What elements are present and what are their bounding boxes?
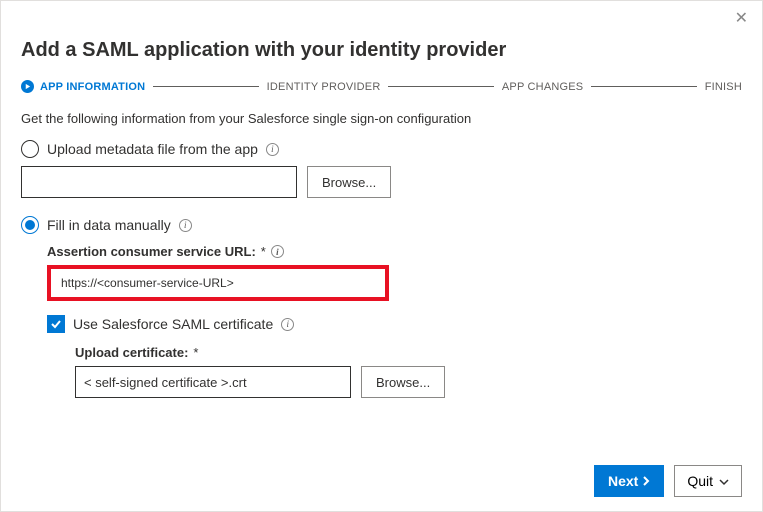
step-label: FINISH <box>705 81 742 93</box>
acs-url-input[interactable] <box>51 269 385 297</box>
step-label: IDENTITY PROVIDER <box>267 81 381 93</box>
step-divider <box>153 86 258 87</box>
quit-button-label: Quit <box>687 473 713 489</box>
close-icon[interactable]: ✕ <box>735 11 748 27</box>
use-salesforce-cert-label: Use Salesforce SAML certificate <box>73 316 273 332</box>
info-icon[interactable]: i <box>271 245 284 258</box>
next-button-label: Next <box>608 473 638 489</box>
info-icon[interactable]: i <box>179 219 192 232</box>
quit-button[interactable]: Quit <box>674 465 742 497</box>
use-salesforce-cert-checkbox[interactable] <box>47 315 65 333</box>
info-icon[interactable]: i <box>266 143 279 156</box>
step-divider <box>388 86 493 87</box>
step-app-changes: APP CHANGES <box>502 81 583 93</box>
step-label: APP INFORMATION <box>40 81 145 93</box>
step-app-information: APP INFORMATION <box>21 80 145 93</box>
next-button[interactable]: Next <box>594 465 664 497</box>
step-divider <box>591 86 696 87</box>
page-title: Add a SAML application with your identit… <box>21 39 742 62</box>
acs-url-label: Assertion consumer service URL: * i <box>47 244 742 259</box>
radio-upload-metadata-label: Upload metadata file from the app <box>47 141 258 157</box>
radio-upload-metadata[interactable] <box>21 140 39 158</box>
chevron-down-icon <box>719 473 729 489</box>
info-icon[interactable]: i <box>281 318 294 331</box>
radio-fill-manually-label: Fill in data manually <box>47 217 171 233</box>
intro-text: Get the following information from your … <box>21 111 742 126</box>
acs-url-highlight <box>47 265 389 301</box>
step-active-icon <box>21 80 34 93</box>
step-finish: FINISH <box>705 81 742 93</box>
radio-fill-manually[interactable] <box>21 216 39 234</box>
metadata-file-path-input[interactable] <box>21 166 297 198</box>
browse-metadata-button[interactable]: Browse... <box>307 166 391 198</box>
step-label: APP CHANGES <box>502 81 583 93</box>
step-identity-provider: IDENTITY PROVIDER <box>267 81 381 93</box>
upload-cert-label: Upload certificate: * <box>75 345 742 360</box>
chevron-right-icon <box>642 473 650 489</box>
wizard-stepper: APP INFORMATION IDENTITY PROVIDER APP CH… <box>21 80 742 93</box>
browse-cert-button[interactable]: Browse... <box>361 366 445 398</box>
cert-file-path-input[interactable]: < self-signed certificate >.crt <box>75 366 351 398</box>
